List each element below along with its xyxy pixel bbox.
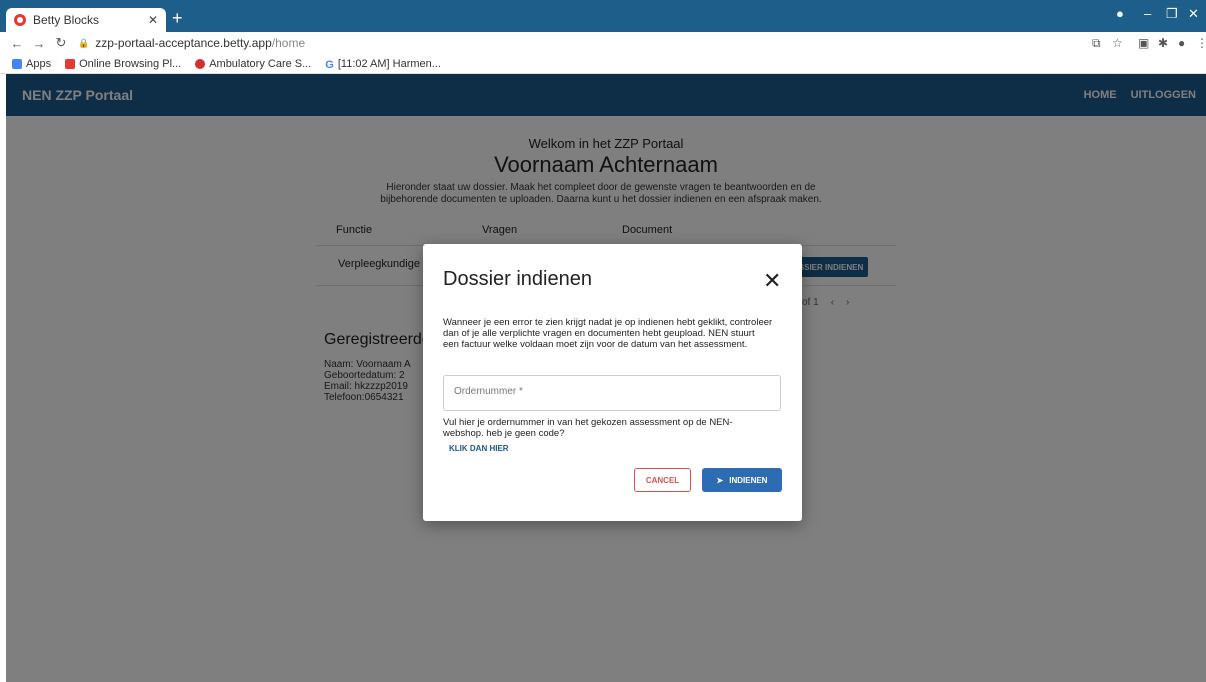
reload-icon[interactable]: ↻ [50, 35, 72, 51]
lock-icon: 🔒 [78, 37, 90, 48]
bookmark-label: [11:02 AM] Harmen... [337, 57, 441, 70]
translate-icon[interactable]: ⧉ [1092, 36, 1101, 51]
betty-blocks-icon [14, 14, 26, 26]
send-icon: ➤ [716, 475, 724, 485]
account-icon[interactable]: ● [1178, 36, 1185, 50]
url-domain: zzp-portaal-acceptance.betty.app [95, 36, 272, 50]
browser-tabstrip: Betty Blocks ✕ + ● – ❐ ✕ [0, 0, 1206, 32]
cancel-button[interactable]: CANCEL [634, 468, 691, 492]
modal-title: Dossier indienen [443, 268, 592, 290]
bookmark-apps[interactable]: Apps [12, 58, 51, 70]
new-tab-icon[interactable]: + [172, 9, 183, 27]
menu-icon[interactable]: ⋮ [1196, 36, 1206, 50]
nen-icon [65, 58, 76, 69]
close-tab-icon[interactable]: ✕ [148, 13, 158, 27]
bookmark-label: Online Browsing Pl... [79, 57, 182, 70]
profile-icon[interactable]: ● [1116, 6, 1124, 21]
ambulatory-icon [195, 58, 206, 69]
minimize-icon[interactable]: – [1144, 6, 1151, 21]
apps-grid-icon [12, 58, 22, 69]
help-text: Vul hier je ordernummer in van het gekoz… [443, 417, 733, 439]
close-icon[interactable]: ✕ [763, 270, 781, 292]
google-icon: G [325, 58, 334, 71]
dossier-modal: Dossier indienen ✕ Wanneer je een error … [423, 244, 802, 521]
bookmark-label: Apps [26, 57, 52, 70]
extension-icon[interactable]: ▣ [1138, 36, 1149, 50]
bookmark-online-browsing[interactable]: Online Browsing Pl... [65, 58, 181, 70]
url-path: /home [271, 36, 306, 50]
modal-body: Wanneer je een error te zien krijgt nada… [443, 317, 773, 350]
maximize-icon[interactable]: ❐ [1166, 6, 1178, 22]
bookmark-google[interactable]: G [11:02 AM] Harmen... [325, 57, 441, 71]
bookmark-label: Ambulatory Care S... [209, 57, 312, 70]
star-icon[interactable]: ☆ [1112, 36, 1123, 50]
close-window-icon[interactable]: ✕ [1188, 6, 1199, 22]
indienen-label: INDIENEN [729, 475, 768, 485]
back-icon[interactable]: ← [6, 36, 28, 51]
ordernummer-placeholder: Ordernummer * [454, 386, 523, 397]
klik-dan-hier-link[interactable]: KLIK DAN HIER [449, 444, 509, 453]
address-bar: ← → ↻ 🔒 zzp-portaal-acceptance.betty.app… [0, 32, 1206, 54]
url-field[interactable]: 🔒 zzp-portaal-acceptance.betty.app/home [78, 36, 305, 50]
ordernummer-field[interactable]: Ordernummer * [443, 375, 781, 411]
bookmarks-bar: Apps Online Browsing Pl... Ambulatory Ca… [0, 54, 1206, 74]
puzzle-icon[interactable]: ✱ [1158, 36, 1168, 50]
bookmark-ambulatory[interactable]: Ambulatory Care S... [195, 58, 311, 70]
tab-title: Betty Blocks [33, 13, 100, 27]
indienen-button[interactable]: ➤ INDIENEN [702, 468, 782, 492]
browser-tab[interactable]: Betty Blocks ✕ [6, 8, 166, 32]
forward-icon[interactable]: → [28, 36, 50, 51]
